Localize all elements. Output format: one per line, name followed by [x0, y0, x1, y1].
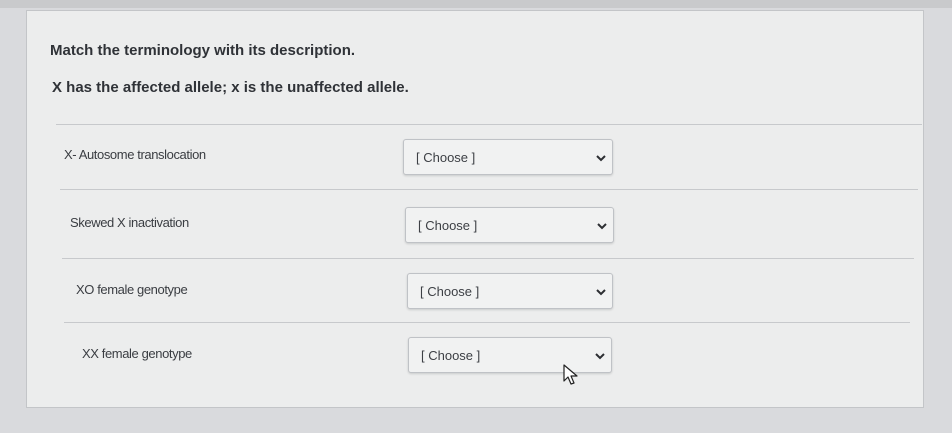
answer-select[interactable]: [ Choose ]: [405, 207, 614, 243]
term-label: XX female genotype: [82, 346, 192, 361]
select-value: [ Choose ]: [416, 150, 476, 165]
divider: [60, 189, 918, 190]
term-label: Skewed X inactivation: [70, 215, 189, 230]
select-value: [ Choose ]: [420, 284, 480, 299]
chevron-down-icon: [596, 155, 606, 162]
answer-select[interactable]: [ Choose ]: [408, 337, 612, 373]
top-strip: [0, 0, 952, 8]
chevron-down-icon: [595, 353, 605, 360]
question-text: Match the terminology with its descripti…: [50, 42, 356, 59]
chevron-down-icon: [596, 289, 606, 296]
select-value: [ Choose ]: [421, 348, 481, 363]
divider: [64, 322, 910, 323]
term-label: XO female genotype: [76, 282, 188, 297]
divider: [56, 124, 922, 125]
term-label: X- Autosome translocation: [64, 147, 206, 162]
question-prompt: X has the affected allele; x is the unaf…: [52, 79, 409, 96]
answer-select[interactable]: [ Choose ]: [403, 139, 613, 175]
mouse-cursor-icon: [563, 364, 578, 385]
answer-select[interactable]: [ Choose ]: [407, 273, 613, 309]
chevron-down-icon: [597, 223, 607, 230]
select-value: [ Choose ]: [418, 218, 478, 233]
divider: [62, 258, 914, 259]
